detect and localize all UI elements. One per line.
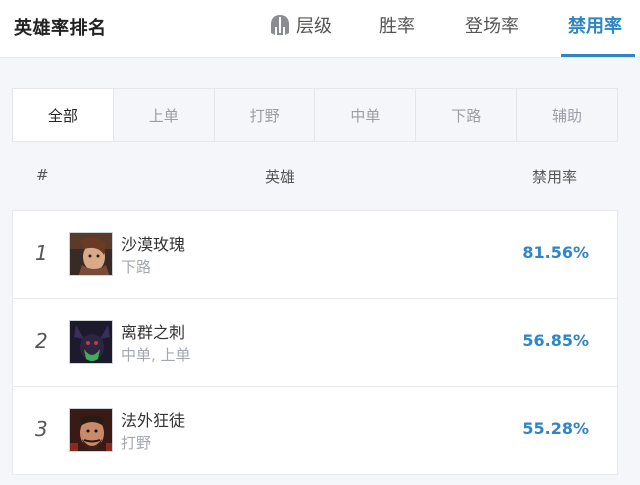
page-title: 英雄率排名	[14, 18, 107, 39]
hero-avatar	[69, 320, 113, 364]
hero-ban-rate: 55.28%	[522, 419, 589, 438]
column-rank: #	[36, 166, 49, 184]
table-header: # 英雄 禁用率	[12, 156, 618, 192]
table-row[interactable]: 3 法外狂徒 打野 55.28%	[13, 387, 617, 475]
nav-ban-rate[interactable]: 禁用率	[568, 12, 622, 38]
row-rank: 3	[35, 417, 48, 441]
hero-role: 下路	[121, 258, 152, 276]
position-tab-support[interactable]: 辅助	[517, 89, 617, 141]
hero-name: 沙漠玫瑰	[121, 235, 186, 254]
row-rank: 1	[35, 241, 48, 265]
row-rank: 2	[35, 329, 48, 353]
position-tab-all[interactable]: 全部	[13, 89, 114, 141]
nav-win-rate[interactable]: 胜率	[379, 12, 415, 38]
top-header: 英雄率排名 层级 胜率 登场率 禁用率	[0, 0, 640, 58]
active-tab-indicator	[561, 54, 635, 57]
position-tab-bot[interactable]: 下路	[416, 89, 518, 141]
position-tab-top[interactable]: 上单	[114, 89, 215, 141]
hero-name: 法外狂徒	[121, 411, 186, 430]
nav-pick-rate[interactable]: 登场率	[465, 12, 519, 38]
hero-role: 中单, 上单	[121, 346, 191, 364]
position-tab-mid[interactable]: 中单	[315, 89, 417, 141]
hero-role: 打野	[121, 434, 152, 452]
position-tabs: 全部 上单 打野 中单 下路 辅助	[12, 88, 618, 142]
nav-tier-label: 层级	[296, 16, 332, 37]
column-ban-rate[interactable]: 禁用率	[532, 166, 577, 187]
hero-avatar	[69, 408, 113, 452]
hero-table: 1 沙漠玫瑰 下路 81.56% 2 离群之刺 中单, 上单 56.85% 3 …	[12, 210, 618, 475]
hero-ban-rate: 56.85%	[522, 331, 589, 350]
position-tab-jungle[interactable]: 打野	[215, 89, 316, 141]
column-hero: 英雄	[265, 168, 296, 186]
helmet-icon	[270, 14, 290, 36]
nav-tier[interactable]: 层级	[270, 12, 332, 38]
table-row[interactable]: 2 离群之刺 中单, 上单 56.85%	[13, 299, 617, 387]
hero-avatar	[69, 232, 113, 276]
table-row[interactable]: 1 沙漠玫瑰 下路 81.56%	[13, 211, 617, 299]
hero-name: 离群之刺	[121, 323, 186, 342]
hero-ban-rate: 81.56%	[522, 243, 589, 262]
